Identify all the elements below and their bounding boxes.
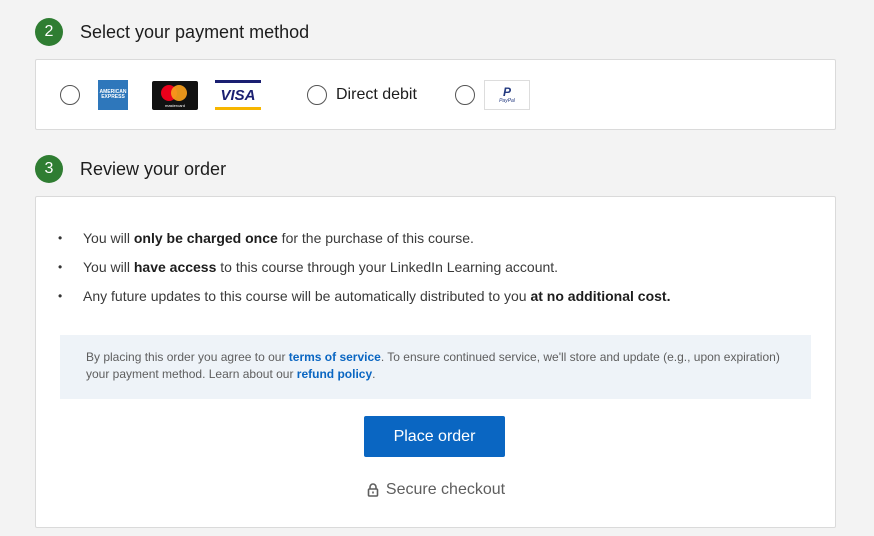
radio-paypal[interactable]	[455, 85, 475, 105]
notice-text: By placing this order you agree to our	[86, 350, 289, 364]
step-2-header: 2 Select your payment method	[35, 18, 309, 46]
notice-text: .	[372, 367, 376, 381]
review-order-card: You will only be charged once for the pu…	[35, 196, 836, 528]
lock-icon	[366, 482, 380, 498]
amex-logo-text: EXPRESS	[101, 94, 125, 100]
mastercard-logo: mastercard	[152, 81, 198, 110]
visa-logo: VISA	[215, 80, 261, 110]
direct-debit-label[interactable]: Direct debit	[336, 86, 417, 104]
bullet-bold-text: only be charged once	[133, 230, 278, 246]
radio-direct-debit[interactable]	[307, 85, 327, 105]
step-title: Select your payment method	[80, 21, 310, 42]
step-3-header: 3 Review your order	[35, 155, 226, 183]
step-title: Review your order	[80, 158, 227, 179]
step-number-badge: 2	[35, 18, 63, 46]
list-item: Any future updates to this course will b…	[58, 283, 670, 312]
bullet-text: You will	[83, 259, 134, 275]
list-item: You will only be charged once for the pu…	[58, 225, 670, 254]
terms-notice: By placing this order you agree to our t…	[60, 335, 811, 399]
bullet-bold-text: at no additional cost.	[530, 288, 671, 304]
bullet-bold-text: have access	[133, 259, 217, 275]
bullet-text: Any future updates to this course will b…	[83, 288, 531, 304]
terms-of-service-link[interactable]: terms of service	[289, 350, 381, 364]
secure-checkout-label: Secure checkout	[385, 481, 506, 498]
bullet-text: to this course through your LinkedIn Lea…	[216, 259, 559, 275]
radio-card[interactable]	[60, 85, 80, 105]
mastercard-logo-text: mastercard	[164, 103, 185, 108]
refund-policy-link[interactable]: refund policy	[297, 367, 372, 381]
paypal-logo-text: PayPal	[499, 98, 515, 104]
secure-checkout: Secure checkout	[36, 481, 835, 499]
list-item: You will have access to this course thro…	[58, 254, 670, 283]
step-number-badge: 3	[35, 155, 63, 183]
paypal-logo: P PayPal	[484, 80, 530, 110]
mastercard-orange-circle	[171, 85, 187, 101]
paypal-mark: P	[502, 85, 511, 99]
bullet-text: for the purchase of this course.	[277, 230, 474, 246]
order-terms-list: You will only be charged once for the pu…	[58, 225, 670, 312]
amex-logo: AMERICAN EXPRESS	[98, 80, 128, 110]
payment-method-card: AMERICAN EXPRESS mastercard VISA Direct …	[35, 59, 836, 130]
place-order-button[interactable]: Place order	[364, 416, 505, 457]
bullet-text: You will	[83, 230, 134, 246]
